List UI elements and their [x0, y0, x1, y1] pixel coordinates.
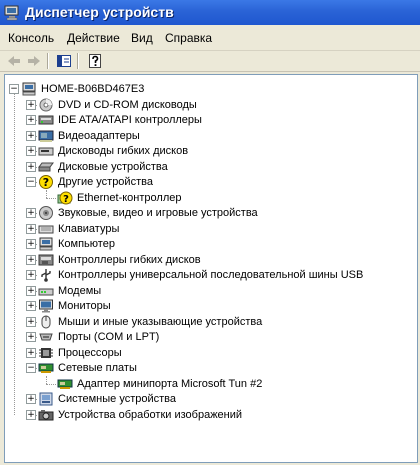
warning-device-icon: ? [57, 191, 73, 205]
processor-icon [39, 347, 53, 358]
tree-category-label: Другие устройства [58, 176, 153, 188]
display-adapter-icon [38, 130, 54, 142]
help-icon[interactable] [87, 53, 103, 69]
toolbar-separator [77, 53, 79, 69]
tree-category-label: Мониторы [58, 300, 111, 312]
menu-view[interactable]: Вид [131, 31, 153, 45]
tree-category-label: Контроллеры универсальной последовательн… [58, 269, 364, 281]
expand-toggle[interactable]: + [26, 332, 36, 342]
tree-connector [46, 190, 47, 198]
computer-icon [22, 82, 36, 96]
disk-drive-icon [38, 162, 54, 171]
expand-toggle[interactable]: + [26, 316, 36, 327]
expand-toggle[interactable]: + [26, 99, 36, 110]
tree-category-label: DVD и CD-ROM дисководы [58, 98, 197, 111]
title-bar: Диспетчер устройств [0, 0, 420, 25]
network-adapter-icon [38, 363, 54, 373]
svg-text:?: ? [43, 176, 49, 189]
tree-device-label: Ethernet-контроллер [77, 191, 182, 204]
expand-toggle[interactable]: + [26, 161, 36, 172]
modem-icon [38, 288, 54, 295]
collapse-toggle[interactable]: − [26, 177, 36, 187]
keyboard-icon [38, 225, 54, 233]
unknown-device-icon: ? [39, 175, 53, 189]
imaging-device-icon [38, 409, 54, 420]
tree-category-label: Порты (COM и LPT) [58, 331, 160, 343]
menu-bar: Консоль Действие Вид Справка [0, 25, 420, 51]
ide-controller-icon [38, 115, 54, 125]
collapse-toggle[interactable]: − [9, 84, 19, 94]
tree-category-label: Контроллеры гибких дисков [58, 253, 201, 266]
toolbar-separator [47, 53, 49, 69]
device-manager-icon [4, 5, 19, 21]
floppy-controller-icon [38, 254, 54, 265]
expand-toggle[interactable]: + [26, 394, 36, 404]
collapse-toggle[interactable]: − [26, 363, 36, 373]
svg-text:?: ? [63, 194, 69, 205]
expand-toggle[interactable]: + [26, 223, 36, 234]
cdrom-icon [39, 98, 53, 111]
monitor-icon [39, 299, 53, 313]
tree-category-label: Компьютер [58, 238, 115, 250]
tree-category-label: Сетевые платы [58, 362, 137, 374]
computer-icon [39, 237, 53, 251]
expand-toggle[interactable]: + [26, 254, 36, 265]
expand-toggle[interactable]: + [26, 285, 36, 296]
tree-connector [46, 376, 47, 384]
expand-toggle[interactable]: + [26, 239, 36, 249]
tree-category-label: Видеоадаптеры [58, 129, 140, 142]
system-device-icon [39, 392, 53, 406]
tree-root-label: HOME-B06BD467E3 [41, 83, 145, 95]
tree-category-label: Звуковые, видео и игровые устройства [58, 207, 258, 219]
tree-category-label: Дисководы гибких дисков [58, 145, 189, 157]
sound-icon [39, 206, 53, 220]
expand-toggle[interactable]: + [26, 301, 36, 311]
tree-connector [46, 197, 56, 199]
network-card-icon [57, 379, 73, 389]
properties-pane-icon[interactable] [56, 53, 72, 69]
tree-category-label: Дисковые устройства [58, 160, 168, 173]
expand-toggle[interactable]: + [26, 270, 36, 280]
expand-toggle[interactable]: + [26, 130, 36, 141]
expand-toggle[interactable]: + [26, 115, 36, 125]
window-title: Диспетчер устройств [25, 4, 174, 20]
tree-category-label: Процессоры [58, 346, 122, 359]
tree-category-label: Клавиатуры [58, 222, 120, 235]
menu-action[interactable]: Действие [67, 31, 120, 45]
expand-toggle[interactable]: + [26, 409, 36, 420]
expand-toggle[interactable]: + [26, 146, 36, 156]
usb-icon [41, 269, 51, 282]
forward-icon[interactable] [26, 53, 42, 69]
mouse-icon [41, 315, 51, 328]
tree-connector [46, 383, 56, 385]
menu-console[interactable]: Консоль [8, 31, 54, 45]
port-icon [39, 333, 53, 341]
tree-category-label: IDE ATA/ATAPI контроллеры [58, 114, 202, 126]
tree-category-label: Мыши и иные указывающие устройства [58, 315, 263, 328]
back-icon[interactable] [6, 53, 22, 69]
floppy-drive-icon [38, 147, 54, 156]
tree-connector [14, 94, 15, 415]
tree-category-label: Системные устройства [58, 393, 177, 405]
tree-device-label: Адаптер минипорта Microsoft Tun #2 [77, 377, 263, 390]
menu-help[interactable]: Справка [165, 31, 212, 45]
tree-category-label: Модемы [58, 284, 102, 297]
device-tree[interactable]: − HOME-B06BD467E3 + DVD и CD-ROM дисководы +… [4, 74, 418, 463]
expand-toggle[interactable]: + [26, 347, 36, 358]
toolbar [0, 51, 420, 72]
expand-toggle[interactable]: + [26, 208, 36, 218]
tree-category-label: Устройства обработки изображений [58, 408, 243, 421]
